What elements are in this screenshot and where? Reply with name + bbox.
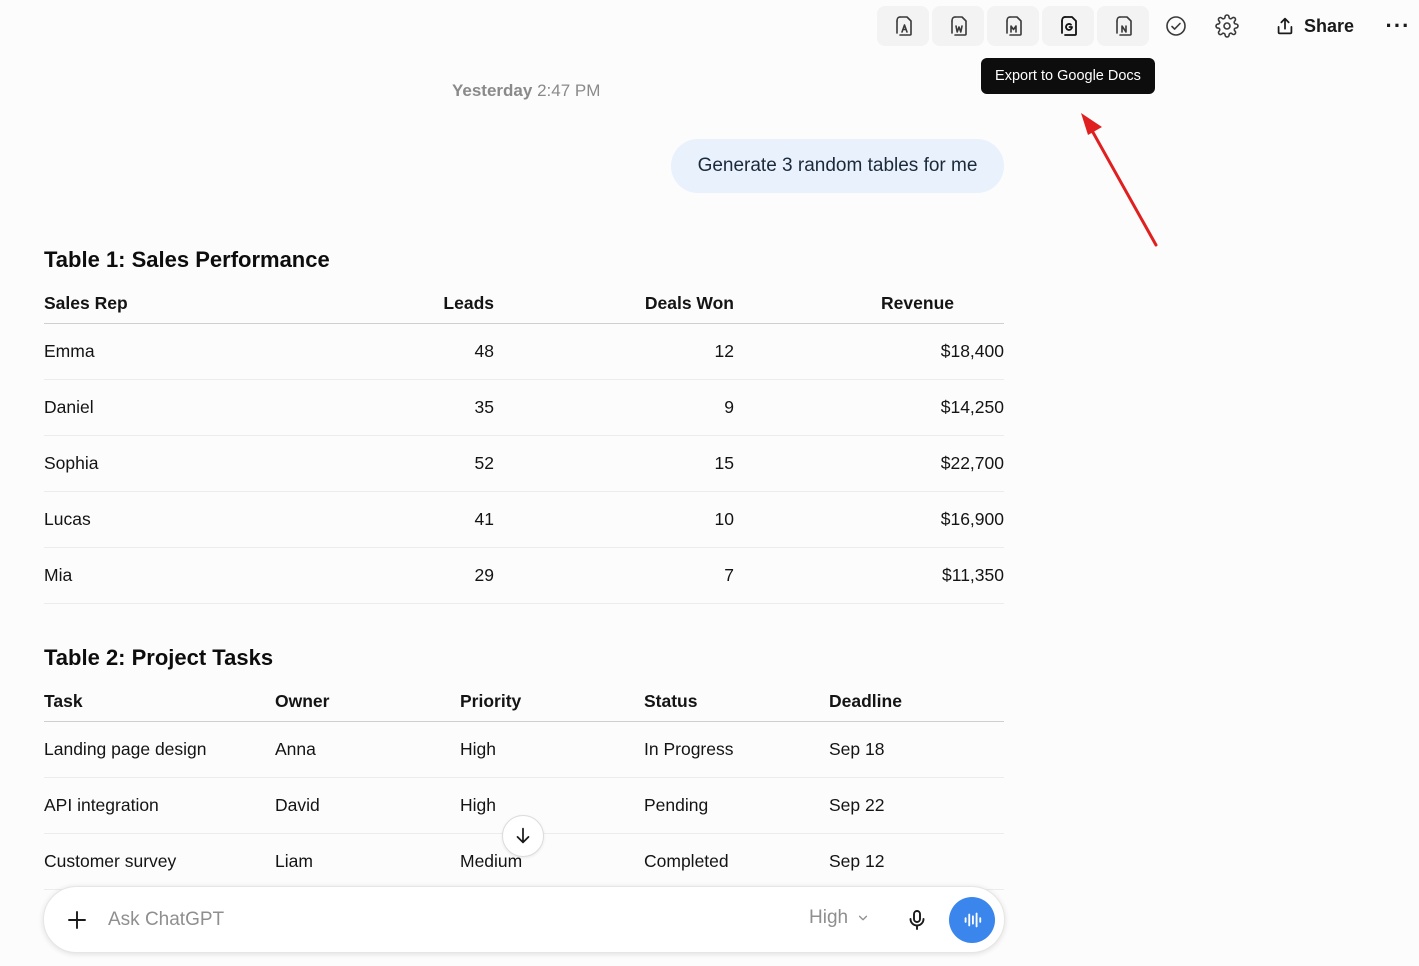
sales-performance-table: Sales Rep Leads Deals Won Revenue Emma 4… [44, 285, 1004, 604]
export-pdf-button[interactable] [877, 6, 929, 46]
table-cell: 48 [244, 323, 494, 380]
table-cell: 52 [244, 435, 494, 492]
timestamp-day: Yesterday [452, 81, 533, 100]
dictate-button[interactable] [902, 903, 932, 937]
annotation-arrow [1081, 113, 1158, 247]
table-cell: $14,250 [734, 379, 1004, 436]
table-cell: 15 [494, 435, 734, 492]
table-cell: Medium [460, 833, 644, 890]
scroll-to-bottom-button[interactable] [502, 815, 544, 857]
check-button[interactable] [1152, 6, 1200, 46]
table-cell: Mia [44, 547, 244, 604]
table-header: Task [44, 683, 275, 722]
export-google-docs-icon [1061, 16, 1077, 36]
table-cell: $16,900 [734, 491, 1004, 548]
table-header: Deals Won [494, 285, 734, 324]
table-header: Status [644, 683, 829, 722]
table-header-row: Task Owner Priority Status Deadline [44, 683, 1004, 722]
project-tasks-table: Task Owner Priority Status Deadline Land… [44, 683, 1004, 890]
table-cell: Landing page design [44, 721, 275, 778]
table-cell: 7 [494, 547, 734, 604]
table-header: Deadline [829, 683, 1004, 722]
share-label: Share [1304, 15, 1355, 36]
table1-title: Table 1: Sales Performance [44, 247, 330, 272]
table-cell: API integration [44, 777, 275, 834]
table-cell: Customer survey [44, 833, 275, 890]
table-cell: In Progress [644, 721, 829, 778]
table-row: Sophia 52 15 $22,700 [44, 435, 1004, 492]
chat-input[interactable] [108, 905, 768, 935]
table-cell: 41 [244, 491, 494, 548]
export-notion-button[interactable] [1097, 6, 1149, 46]
table-cell: $11,350 [734, 547, 1004, 604]
table-header: Sales Rep [44, 285, 244, 324]
table-cell: 29 [244, 547, 494, 604]
settings-button[interactable] [1203, 6, 1251, 46]
table-cell: David [275, 777, 460, 834]
timestamp-time: 2:47 PM [537, 81, 601, 100]
plus-icon [68, 911, 86, 929]
table-cell: Sophia [44, 435, 244, 492]
add-attachment-button[interactable] [60, 903, 94, 937]
table-cell: Liam [275, 833, 460, 890]
table2-title: Table 2: Project Tasks [44, 645, 274, 670]
table-cell: 10 [494, 491, 734, 548]
table-cell: 35 [244, 379, 494, 436]
export-word-icon [951, 16, 967, 36]
table-cell: Sep 12 [829, 833, 1004, 890]
sound-wave-icon [964, 912, 982, 928]
user-message-bubble: Generate 3 random tables for me [671, 139, 1004, 193]
table-cell: High [460, 721, 644, 778]
table-row: Landing page design Anna High In Progres… [44, 721, 1004, 778]
table-header: Revenue [734, 285, 1004, 324]
table-cell: Completed [644, 833, 829, 890]
table-cell: Anna [275, 721, 460, 778]
gear-icon [1215, 14, 1239, 38]
table-header: Priority [460, 683, 644, 722]
arrow-down-icon [516, 827, 530, 844]
table-cell: Pending [644, 777, 829, 834]
table-header: Leads [244, 285, 494, 324]
table-cell: Emma [44, 323, 244, 380]
message-composer: High [43, 886, 1005, 953]
table-row: Emma 48 12 $18,400 [44, 323, 1004, 380]
table-cell: 9 [494, 379, 734, 436]
table-cell: Lucas [44, 491, 244, 548]
table-row: Mia 29 7 $11,350 [44, 547, 1004, 604]
export-markdown-icon [1006, 16, 1022, 36]
export-notion-icon [1116, 16, 1132, 36]
export-google-docs-button[interactable] [1042, 6, 1094, 46]
table-header-row: Sales Rep Leads Deals Won Revenue [44, 285, 1004, 324]
reasoning-level-select[interactable]: High [809, 907, 870, 929]
table-row: Lucas 41 10 $16,900 [44, 491, 1004, 548]
table-cell: Sep 18 [829, 721, 1004, 778]
table-header: Owner [275, 683, 460, 722]
table-cell: $22,700 [734, 435, 1004, 492]
export-toolbar [877, 6, 1254, 46]
message-timestamp: Yesterday 2:47 PM [452, 81, 600, 101]
microphone-icon [909, 910, 925, 930]
share-icon [1277, 17, 1293, 35]
table-cell: $18,400 [734, 323, 1004, 380]
check-circle-icon [1166, 16, 1186, 36]
table-cell: Daniel [44, 379, 244, 436]
table-cell: Sep 22 [829, 777, 1004, 834]
voice-mode-button[interactable] [949, 897, 995, 943]
export-markdown-button[interactable] [987, 6, 1039, 46]
chevron-down-icon [858, 915, 868, 921]
share-button[interactable]: Share [1262, 6, 1366, 46]
table-cell: High [460, 777, 644, 834]
export-tooltip: Export to Google Docs [981, 58, 1155, 94]
export-pdf-icon [896, 16, 912, 36]
export-word-button[interactable] [932, 6, 984, 46]
table-cell: 12 [494, 323, 734, 380]
reasoning-level-label: High [809, 907, 849, 928]
more-options-button[interactable]: ··· [1378, 6, 1418, 46]
table-row: Daniel 35 9 $14,250 [44, 379, 1004, 436]
